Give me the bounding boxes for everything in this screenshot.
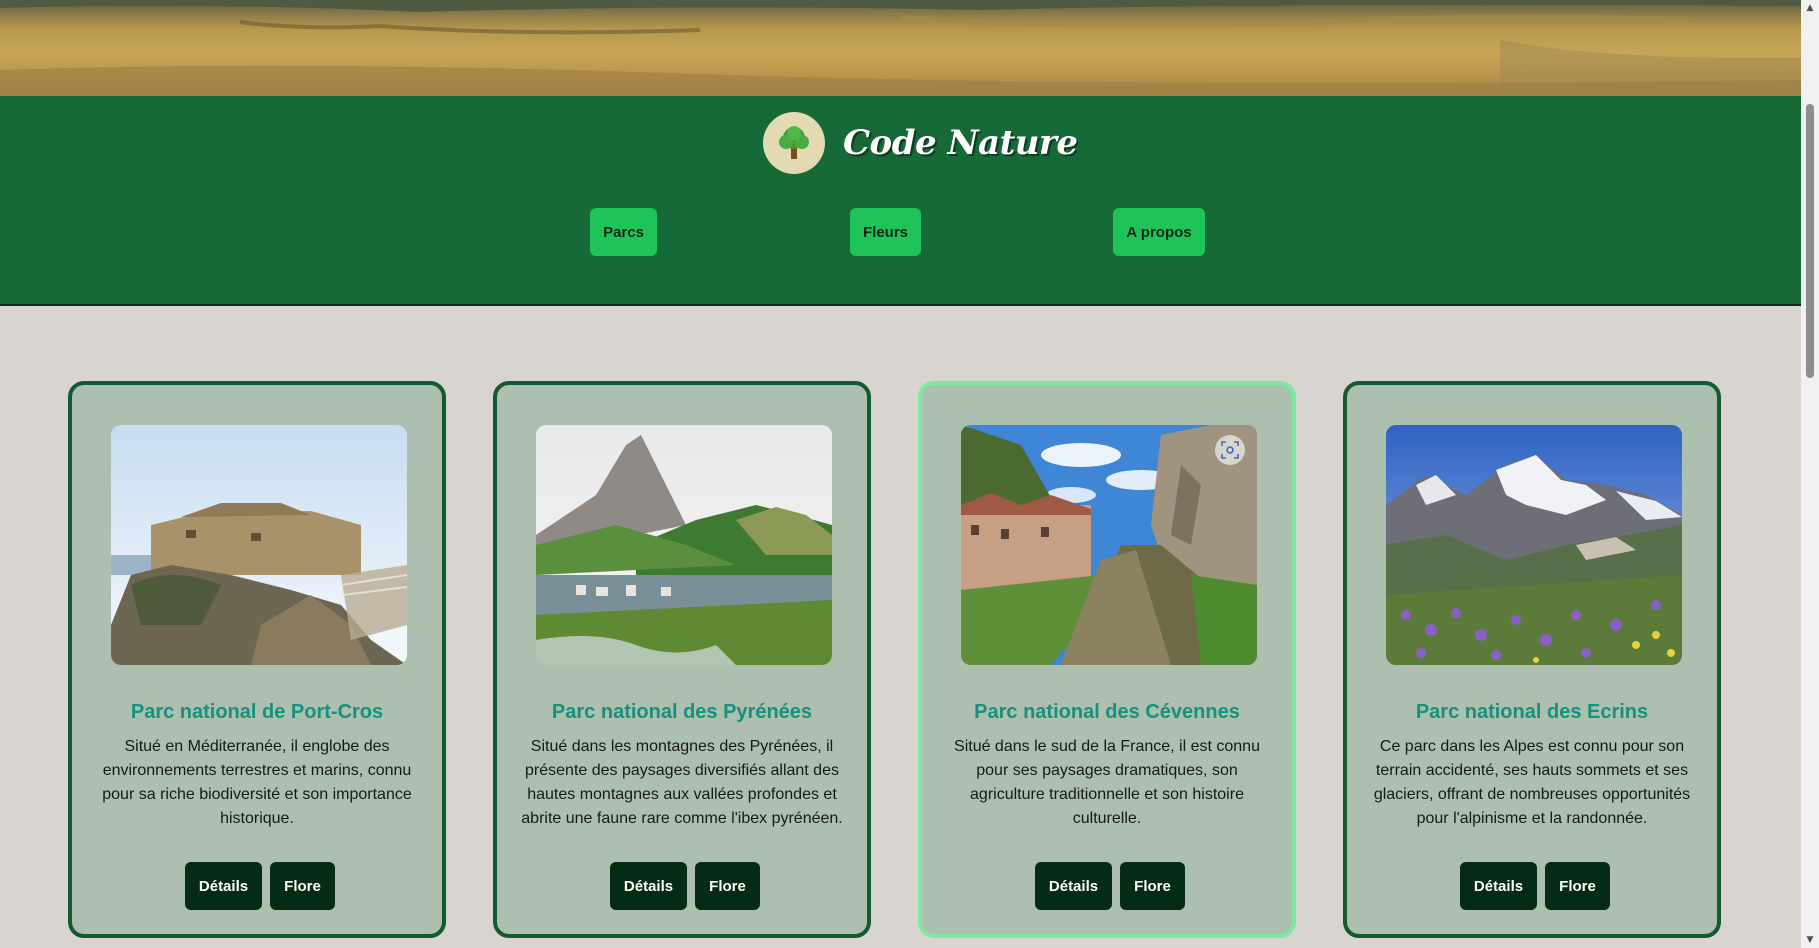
park-title: Parc national des Ecrins <box>1415 701 1649 723</box>
park-description: Situé dans les montagnes des Pyrénées, i… <box>521 738 843 827</box>
tree-icon <box>763 112 825 174</box>
park-image-pyrenees <box>536 425 832 665</box>
park-card-ecrins: Parc national des Ecrins Ce parc dans le… <box>1343 381 1721 938</box>
flore-button[interactable]: Flore <box>1545 862 1610 910</box>
hero-banner-image <box>0 0 1801 96</box>
park-image-ecrins <box>1386 425 1682 665</box>
details-button[interactable]: Détails <box>185 862 262 910</box>
scroll-down-icon[interactable]: ▼ <box>1805 935 1815 945</box>
park-card-port-cros: Parc national de Port-Cros Situé en Médi… <box>68 381 446 938</box>
visual-search-icon[interactable] <box>1215 435 1245 465</box>
park-card-cevennes: Parc national des Cévennes Situé dans le… <box>918 381 1296 938</box>
nav-parcs-button[interactable]: Parcs <box>590 208 657 256</box>
park-title: Parc national des Cévennes <box>974 701 1240 723</box>
details-button[interactable]: Détails <box>1460 862 1537 910</box>
page: Code Nature Parcs Fleurs A propos Parc n… <box>0 0 1801 948</box>
park-image-cevennes <box>961 425 1257 665</box>
flore-button[interactable]: Flore <box>270 862 335 910</box>
park-title: Parc national de Port-Cros <box>130 701 384 723</box>
scroll-up-icon[interactable]: ▲ <box>1805 3 1815 13</box>
park-description: Situé dans le sud de la France, il est c… <box>954 738 1260 827</box>
brand[interactable]: Code Nature <box>763 112 1078 174</box>
flore-button[interactable]: Flore <box>695 862 760 910</box>
flore-button[interactable]: Flore <box>1120 862 1185 910</box>
site-header: Code Nature Parcs Fleurs A propos <box>0 96 1801 306</box>
brand-name: Code Nature <box>843 123 1078 163</box>
park-description: Ce parc dans les Alpes est connu pour so… <box>1373 738 1691 827</box>
nav-a-propos-button[interactable]: A propos <box>1113 208 1205 256</box>
scrollbar-thumb[interactable] <box>1806 104 1814 378</box>
page-scrollbar[interactable]: ▲ ▼ <box>1801 0 1819 948</box>
nav-fleurs-button[interactable]: Fleurs <box>850 208 921 256</box>
park-title: Parc national des Pyrénées <box>551 701 813 723</box>
park-image-port-cros <box>111 425 407 665</box>
details-button[interactable]: Détails <box>610 862 687 910</box>
park-card-pyrenees: Parc national des Pyrénées Situé dans le… <box>493 381 871 938</box>
details-button[interactable]: Détails <box>1035 862 1112 910</box>
park-description: Situé en Méditerranée, il englobe des en… <box>102 738 412 827</box>
